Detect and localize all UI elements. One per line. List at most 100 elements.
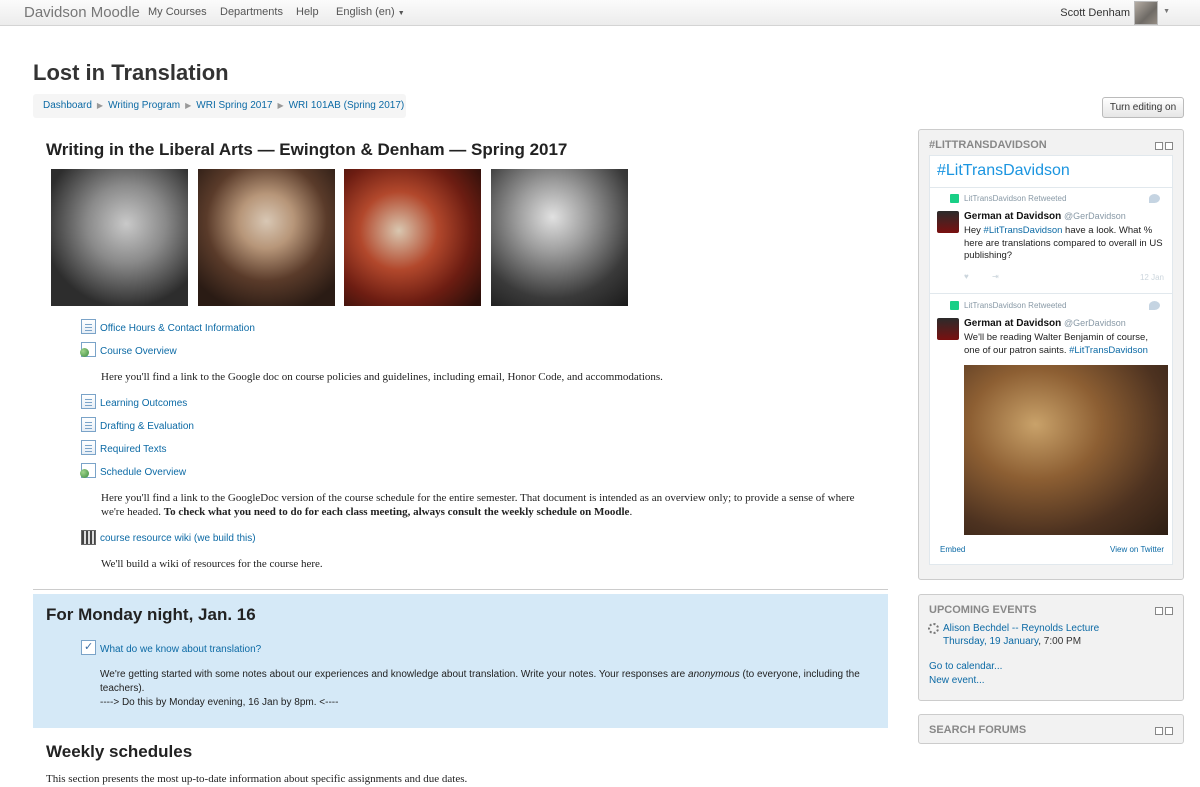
tweet-text-part: publishing?	[964, 250, 1013, 261]
dock-icon[interactable]	[1165, 727, 1173, 735]
turn-editing-on-button[interactable]: Turn editing on	[1102, 97, 1184, 118]
author-name: German at Davidson	[964, 318, 1062, 329]
description-text: we're headed.	[101, 506, 162, 518]
search-forums-block: SEARCH FORUMS	[918, 714, 1184, 744]
section-summary: This section presents the most up-to-dat…	[46, 773, 468, 785]
twitter-bird-icon[interactable]	[1149, 301, 1160, 310]
expand-icon[interactable]	[1155, 727, 1163, 735]
user-avatar[interactable]	[1134, 1, 1158, 25]
caret-down-icon: ▼	[397, 10, 405, 17]
course-photo-1	[51, 169, 188, 306]
activity-description-line2: we're headed. To check what you need to …	[101, 506, 633, 518]
activity-drafting-evaluation[interactable]: Drafting & Evaluation	[100, 421, 194, 432]
language-label: English (en)	[336, 6, 395, 18]
breadcrumb-separator-icon: ▶	[185, 101, 192, 110]
timeline-heading[interactable]: #LitTransDavidson	[937, 162, 1070, 180]
section-title: For Monday night, Jan. 16	[46, 605, 256, 624]
hashtag-link[interactable]: #LitTransDavidson	[1069, 345, 1148, 356]
twitter-block: #LITTRANSDAVIDSON #LitTransDavidson LitT…	[918, 129, 1184, 580]
activity-description: We'll build a wiki of resources for the …	[101, 558, 323, 570]
activity-required-texts[interactable]: Required Texts	[100, 444, 167, 455]
tweet-author[interactable]: German at Davidson @GerDavidson	[964, 211, 1126, 222]
activity-learning-outcomes[interactable]: Learning Outcomes	[100, 398, 187, 409]
document-icon	[81, 417, 96, 432]
activity-description: We're getting started with some notes ab…	[100, 669, 860, 680]
avatar[interactable]	[937, 211, 959, 233]
heart-icon[interactable]: ♥	[964, 272, 969, 281]
nav-departments[interactable]: Departments	[220, 6, 283, 18]
minimize-icon[interactable]	[1155, 607, 1163, 615]
tweet-text: We'll be reading Walter Benjamin of cour…	[964, 332, 1164, 357]
event-date: Thursday, 19 January, 7:00 PM	[943, 636, 1081, 647]
breadcrumb-wri-spring-2017[interactable]: WRI Spring 2017	[196, 100, 272, 111]
tweet-text-part: here are translations compared to overal…	[964, 237, 1163, 249]
breadcrumb-separator-icon: ▶	[277, 101, 284, 110]
section-title: Writing in the Liberal Arts — Ewington &…	[46, 140, 568, 159]
dock-icon[interactable]	[1165, 607, 1173, 615]
activity-schedule-overview[interactable]: Schedule Overview	[100, 467, 186, 478]
event-icon	[928, 623, 939, 634]
tweet-photo[interactable]	[964, 365, 1168, 535]
course-photo-3	[344, 169, 481, 306]
tweet-text-part: one of our patron saints.	[964, 344, 1067, 356]
dock-icon[interactable]	[1165, 142, 1173, 150]
description-bold: To check what you need to do for each cl…	[163, 506, 630, 518]
activity-description: teachers).	[100, 683, 145, 694]
breadcrumb-writing-program[interactable]: Writing Program	[108, 100, 180, 111]
nav-my-courses[interactable]: My Courses	[148, 6, 207, 18]
section-divider	[33, 589, 888, 590]
user-name[interactable]: Scott Denham	[1060, 7, 1130, 19]
description-emphasis: anonymous	[688, 669, 740, 680]
tweet-date[interactable]: 12 Jan	[1140, 273, 1164, 282]
upcoming-events-block: UPCOMING EVENTS Alison Bechdel -- Reynol…	[918, 594, 1184, 701]
section-title: Weekly schedules	[46, 742, 193, 761]
author-handle: @GerDavidson	[1064, 318, 1126, 328]
user-menu-caret-icon[interactable]: ▼	[1163, 8, 1170, 15]
activity-course-overview[interactable]: Course Overview	[100, 346, 177, 357]
breadcrumb-dashboard[interactable]: Dashboard	[43, 100, 92, 111]
view-on-twitter-link[interactable]: View on Twitter	[1110, 545, 1164, 554]
hashtag-link[interactable]: #LitTransDavidson	[984, 225, 1063, 236]
activity-description: Here you'll find a link to the GoogleDoc…	[101, 492, 855, 504]
breadcrumb-separator-icon: ▶	[96, 101, 104, 110]
share-icon[interactable]: ⇥	[992, 272, 999, 281]
wiki-icon	[81, 530, 96, 545]
block-title: UPCOMING EVENTS	[929, 604, 1037, 616]
url-icon	[80, 463, 96, 478]
block-title: #LITTRANSDAVIDSON	[929, 139, 1047, 151]
activity-resource-wiki[interactable]: course resource wiki (we build this)	[100, 533, 256, 544]
block-title: SEARCH FORUMS	[929, 724, 1027, 736]
document-icon	[81, 440, 96, 455]
course-photo-2	[198, 169, 335, 306]
event-time: , 7:00 PM	[1038, 636, 1082, 647]
document-icon	[81, 319, 96, 334]
document-icon	[81, 394, 96, 409]
tweet-author[interactable]: German at Davidson @GerDavidson	[964, 318, 1126, 329]
divider	[930, 187, 1172, 188]
retweet-icon	[950, 194, 959, 203]
retweet-icon	[950, 301, 959, 310]
tweet-text: Hey #LitTransDavidson have a look. What …	[964, 225, 1164, 263]
breadcrumb-course[interactable]: WRI 101AB (Spring 2017)	[289, 100, 405, 111]
brand-link[interactable]: Davidson Moodle	[24, 4, 140, 21]
twitter-timeline: #LitTransDavidson LitTransDavidson Retwe…	[929, 155, 1173, 565]
minimize-icon[interactable]	[1155, 142, 1163, 150]
description-text: (to everyone, including the	[742, 669, 860, 680]
activity-office-hours[interactable]: Office Hours & Contact Information	[100, 323, 255, 334]
new-event-link[interactable]: New event...	[929, 675, 985, 686]
avatar[interactable]	[937, 318, 959, 340]
event-date-link[interactable]: Thursday, 19 January	[943, 636, 1038, 647]
retweet-label: LitTransDavidson Retweeted	[964, 301, 1067, 310]
description-text: We're getting started with some notes ab…	[100, 669, 686, 680]
nav-help[interactable]: Help	[296, 6, 319, 18]
event-title-link[interactable]: Alison Bechdel -- Reynolds Lecture	[943, 623, 1099, 634]
nav-language[interactable]: English (en) ▼	[336, 6, 405, 18]
url-icon	[80, 342, 96, 357]
page-title: Lost in Translation	[33, 60, 229, 85]
author-handle: @GerDavidson	[1064, 211, 1126, 221]
activity-description: ----> Do this by Monday evening, 16 Jan …	[100, 697, 339, 708]
twitter-bird-icon[interactable]	[1149, 194, 1160, 203]
activity-what-do-we-know[interactable]: What do we know about translation?	[100, 644, 261, 655]
embed-link[interactable]: Embed	[940, 545, 965, 554]
go-to-calendar-link[interactable]: Go to calendar...	[929, 661, 1002, 672]
